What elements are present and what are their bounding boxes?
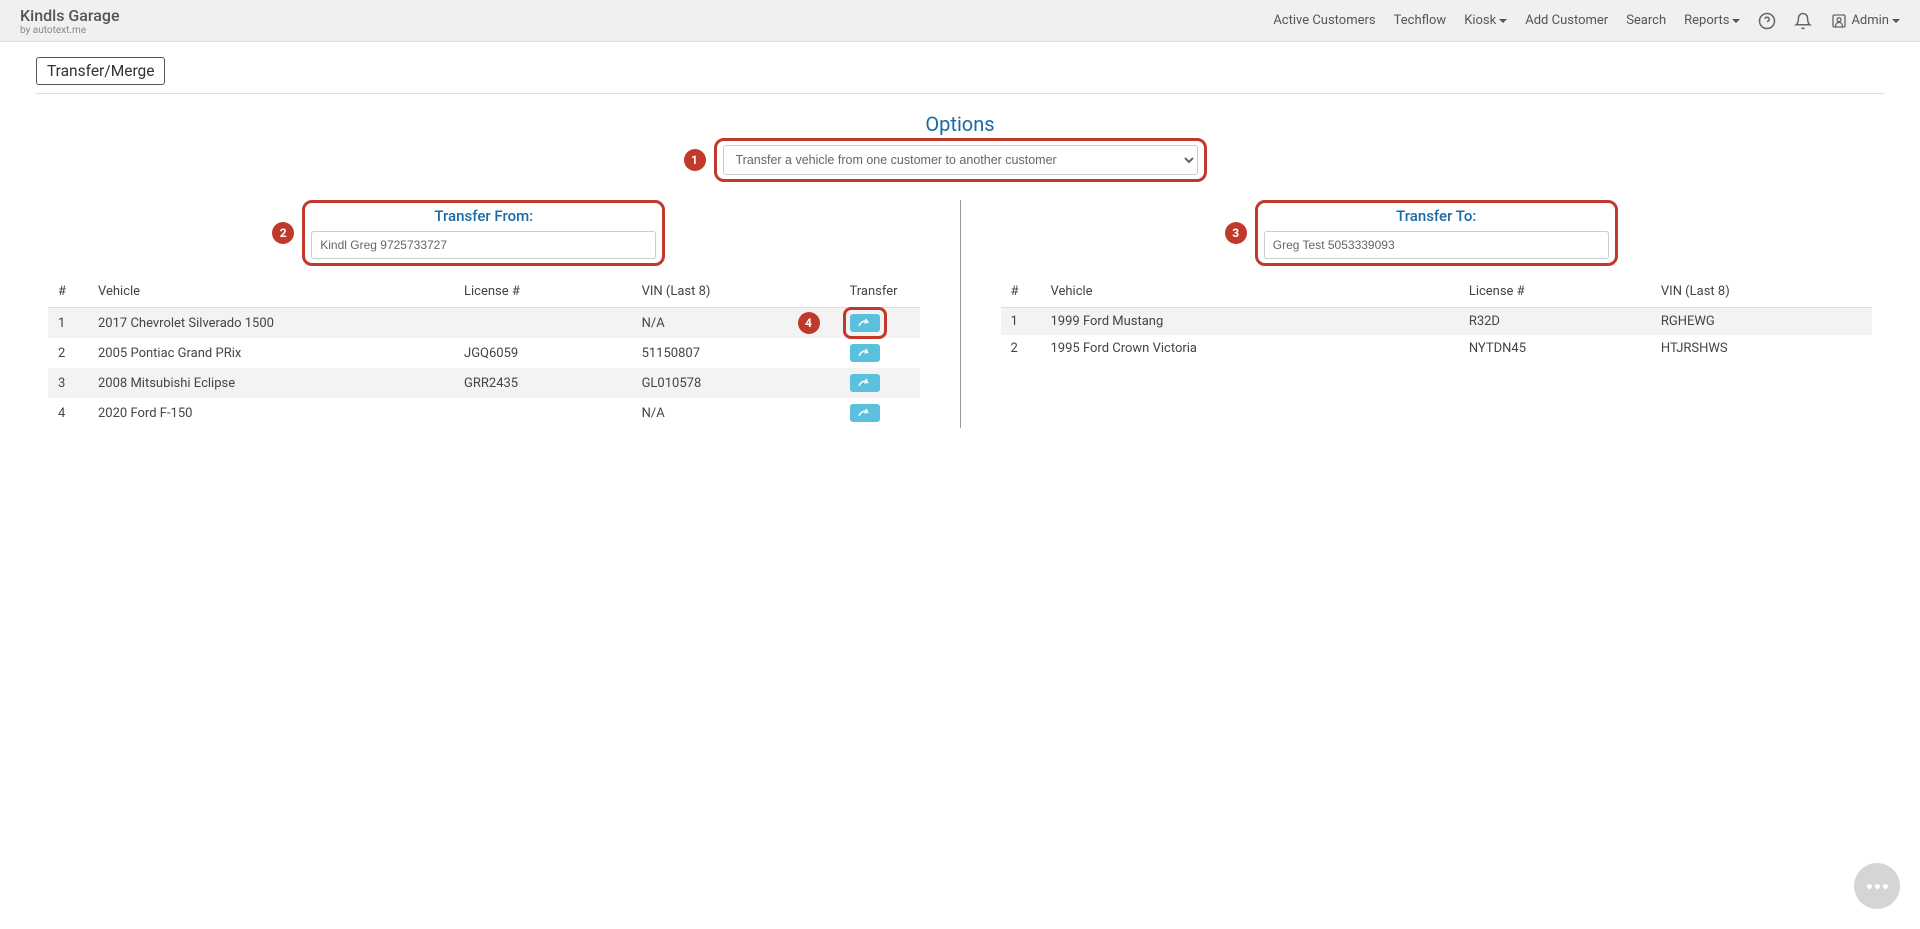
options-select[interactable]: Transfer a vehicle from one customer to … [723,145,1198,175]
row-transfer [840,368,920,398]
chevron-down-icon [1892,19,1900,23]
row-transfer: 4 [840,308,920,339]
chevron-down-icon [1499,19,1507,23]
arrow-right-icon [858,378,872,388]
nav-techflow[interactable]: Techflow [1394,13,1447,28]
transfer-button[interactable] [850,314,880,332]
nav-kiosk[interactable]: Kiosk [1464,13,1507,28]
bell-icon[interactable] [1794,12,1812,30]
row-idx[interactable]: 2 [48,338,88,368]
chevron-down-icon [1732,19,1740,23]
divider [36,93,1884,94]
table-row: 12017 Chevrolet Silverado 1500N/A4 [48,308,920,339]
transfer-button[interactable] [850,404,880,422]
row-license [454,398,632,428]
col-license: License # [1459,276,1651,308]
nav-search[interactable]: Search [1626,13,1666,28]
user-icon [1830,12,1848,30]
row-idx[interactable]: 4 [48,398,88,428]
col-vin: VIN (Last 8) [1651,276,1872,308]
annotation-badge-2: 2 [272,222,294,244]
table-row: 21995 Ford Crown VictoriaNYTDN45HTJRSHWS [1001,335,1873,362]
nav-admin[interactable]: Admin [1830,12,1900,30]
row-vin: N/A [632,398,840,428]
page-body: Transfer/Merge Options 1 Transfer a vehi… [0,42,1920,443]
row-vin: RGHEWG [1651,308,1872,336]
page-tab[interactable]: Transfer/Merge [36,57,165,85]
nav-reports[interactable]: Reports [1684,13,1740,28]
annotation-highlight-1: Transfer a vehicle from one customer to … [714,138,1207,182]
nav-reports-label: Reports [1684,13,1729,28]
table-row: 11999 Ford MustangR32DRGHEWG [1001,308,1873,336]
arrow-right-icon [858,318,872,328]
from-label: Transfer From: [311,207,656,225]
nav-add-customer[interactable]: Add Customer [1525,13,1608,28]
navbar-right: Active Customers Techflow Kiosk Add Cust… [1273,12,1900,30]
nav-admin-label: Admin [1851,13,1889,28]
columns: 2 Transfer From: # Vehicle License # VIN… [36,200,1884,428]
nav-active-customers[interactable]: Active Customers [1273,13,1375,28]
annotation-highlight-2: Transfer From: [302,200,665,266]
row-vin: HTJRSHWS [1651,335,1872,362]
options-row: 1 Transfer a vehicle from one customer t… [36,138,1884,182]
annotation-highlight-3: Transfer To: [1255,200,1618,266]
row-license: GRR2435 [454,368,632,398]
arrow-right-icon [858,408,872,418]
row-license: NYTDN45 [1459,335,1651,362]
brand[interactable]: Kindls Garage by autotext.me [20,6,120,36]
row-idx: 1 [1001,308,1041,336]
chat-dots-icon [1867,884,1888,889]
annotation-badge-4: 4 [798,312,820,334]
to-customer-input[interactable] [1264,231,1609,259]
annotation-badge-3: 3 [1225,222,1247,244]
row-vin: GL010578 [632,368,840,398]
to-label: Transfer To: [1264,207,1609,225]
row-vehicle: 2005 Pontiac Grand PRix [88,338,454,368]
col-license: License # [454,276,632,308]
row-license [454,308,632,339]
row-license: R32D [1459,308,1651,336]
from-table: # Vehicle License # VIN (Last 8) Transfe… [48,276,920,428]
row-license: JGQ6059 [454,338,632,368]
from-customer-input[interactable] [311,231,656,259]
chat-bubble[interactable] [1854,863,1900,909]
row-vehicle: 2017 Chevrolet Silverado 1500 [88,308,454,339]
row-transfer [840,338,920,368]
col-vehicle: Vehicle [88,276,454,308]
row-vehicle: 1995 Ford Crown Victoria [1041,335,1459,362]
col-vehicle: Vehicle [1041,276,1459,308]
transfer-button[interactable] [850,374,880,392]
table-row: 42020 Ford F-150 N/A [48,398,920,428]
col-vin: VIN (Last 8) [632,276,840,308]
nav-kiosk-label: Kiosk [1464,13,1496,28]
annotation-badge-1: 1 [684,149,706,171]
col-idx: # [1001,276,1041,308]
row-idx[interactable]: 3 [48,368,88,398]
brand-subtitle: by autotext.me [20,25,120,36]
to-table: # Vehicle License # VIN (Last 8) 11999 F… [1001,276,1873,362]
table-row: 32008 Mitsubishi EclipseGRR2435GL010578 [48,368,920,398]
table-row: 22005 Pontiac Grand PRixJGQ605951150807 [48,338,920,368]
navbar: Kindls Garage by autotext.me Active Cust… [0,0,1920,42]
row-vehicle: 1999 Ford Mustang [1041,308,1459,336]
help-icon[interactable] [1758,12,1776,30]
row-transfer [840,398,920,428]
brand-title: Kindls Garage [20,6,120,25]
column-from: 2 Transfer From: # Vehicle License # VIN… [36,200,961,428]
column-to: 3 Transfer To: # Vehicle License # VIN (… [961,200,1885,428]
row-vehicle: 2020 Ford F-150 [88,398,454,428]
row-vehicle: 2008 Mitsubishi Eclipse [88,368,454,398]
col-idx: # [48,276,88,308]
options-header: Options [36,112,1884,136]
row-idx[interactable]: 1 [48,308,88,339]
row-vin: 51150807 [632,338,840,368]
col-transfer: Transfer [840,276,920,308]
arrow-right-icon [858,348,872,358]
transfer-button[interactable] [850,344,880,362]
row-idx: 2 [1001,335,1041,362]
